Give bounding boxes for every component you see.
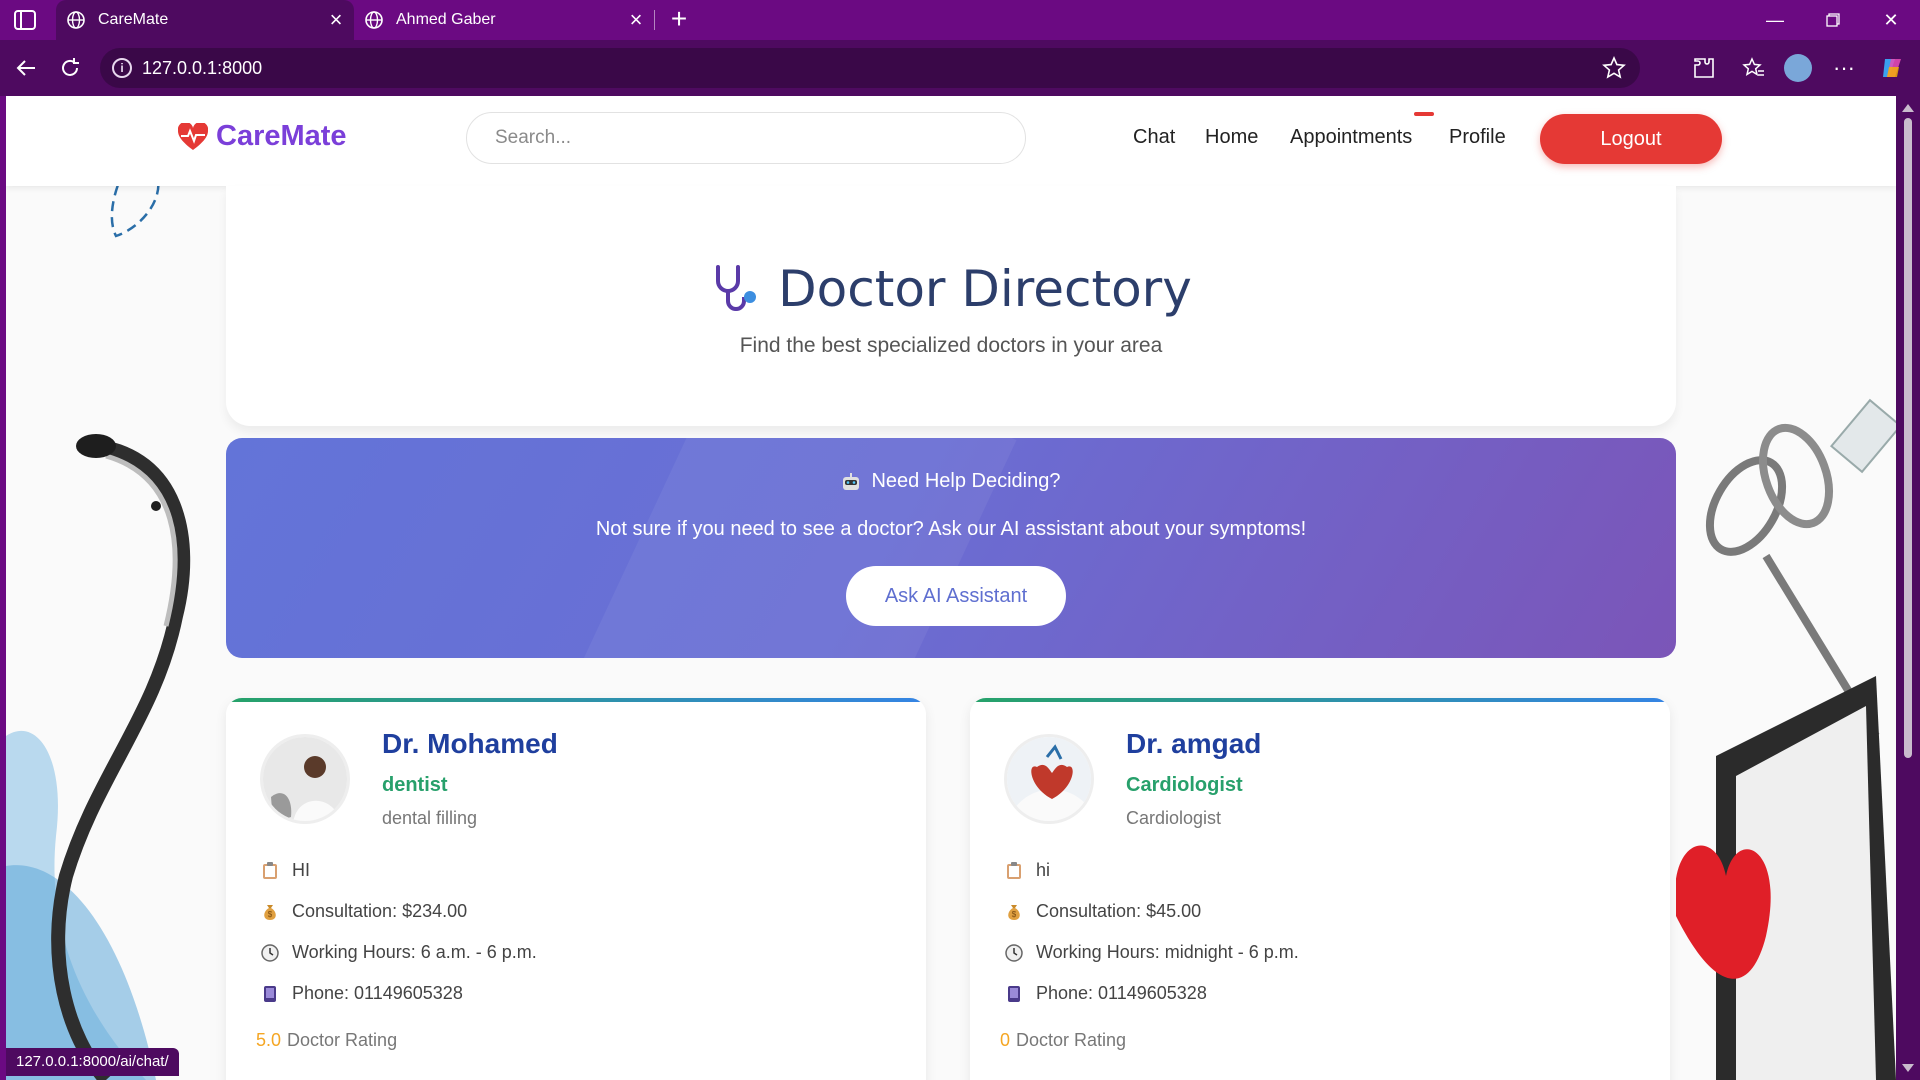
- more-icon[interactable]: ···: [1830, 54, 1858, 82]
- star-icon[interactable]: [1602, 56, 1626, 80]
- rating-value: 0: [1000, 1030, 1011, 1050]
- browser-titlebar: CareMate × Ahmed Gaber × + — ✕: [0, 0, 1920, 40]
- browser-tab-caremate[interactable]: CareMate ×: [56, 0, 354, 40]
- restore-icon[interactable]: [1804, 0, 1862, 40]
- address-url: 127.0.0.1:8000: [142, 57, 263, 78]
- doctor-subspecialty: dental filling: [382, 808, 478, 828]
- scrollbar-thumb[interactable]: [1904, 118, 1912, 758]
- stethoscope-icon: [716, 265, 757, 311]
- rating-label: Doctor Rating: [1016, 1030, 1127, 1050]
- doctor-specialty: Cardiologist: [1126, 774, 1243, 796]
- close-window-icon[interactable]: ✕: [1862, 0, 1920, 40]
- back-icon[interactable]: [8, 50, 44, 86]
- profile-avatar-icon[interactable]: [1784, 54, 1812, 82]
- globe-icon: [365, 11, 383, 29]
- logout-button[interactable]: Logout: [1540, 114, 1722, 164]
- phone-icon: [260, 984, 280, 1004]
- nav-profile[interactable]: Profile: [1449, 126, 1506, 149]
- doctor-name: Dr. Mohamed: [382, 728, 558, 759]
- tab-divider: [654, 10, 655, 30]
- scroll-up-icon[interactable]: [1902, 104, 1914, 112]
- globe-icon: [67, 11, 85, 29]
- page-subtitle: Find the best specialized doctors in you…: [739, 334, 1163, 357]
- phone-row: Phone: 01149605328: [260, 983, 463, 1004]
- ai-heading-text: Need Help Deciding?: [871, 470, 1061, 492]
- rating-label: Doctor Rating: [287, 1030, 398, 1050]
- doctor-phone: Phone: 01149605328: [1036, 983, 1207, 1003]
- hero-section: Doctor Directory Find the best specializ…: [226, 186, 1676, 426]
- hero-title-row: Doctor Directory: [226, 260, 1676, 318]
- address-bar[interactable]: i 127.0.0.1:8000: [100, 48, 1640, 88]
- doctor-avatar: [260, 734, 350, 824]
- heart-pulse-icon: [178, 122, 208, 150]
- ai-description: Not sure if you need to see a doctor? As…: [595, 518, 1307, 540]
- ai-help-banner: Need Help Deciding? Not sure if you need…: [226, 438, 1676, 658]
- doctor-bio: HI: [292, 860, 310, 880]
- copilot-icon[interactable]: [1878, 54, 1906, 82]
- tab-title: CareMate: [98, 11, 169, 28]
- brand-name: CareMate: [216, 120, 347, 152]
- phone-icon: [1004, 984, 1024, 1004]
- svg-text:$: $: [1012, 910, 1017, 919]
- nav-active-indicator: [1414, 112, 1434, 116]
- minimize-icon[interactable]: —: [1746, 0, 1804, 40]
- rating-row: 5.0 Doctor Rating: [256, 1030, 397, 1051]
- doctor-name: Dr. amgad: [1126, 728, 1262, 759]
- robot-icon: [843, 472, 860, 490]
- app-header: CareMate Chat Home Appointments Profile …: [6, 96, 1896, 186]
- doctor-specialty: dentist: [382, 774, 448, 796]
- browser-tab-ahmed[interactable]: Ahmed Gaber ×: [354, 0, 654, 40]
- clock-icon: [260, 943, 280, 963]
- consultation-row: $ Consultation: $45.00: [1004, 901, 1201, 922]
- rating-row: 0 Doctor Rating: [1000, 1030, 1126, 1051]
- working-hours: Working Hours: midnight - 6 p.m.: [1036, 942, 1299, 962]
- clipboard-icon: [260, 861, 280, 881]
- doctor-card[interactable]: Dr. Mohamed dentist dental filling HI $ …: [226, 698, 926, 1080]
- link-status-bar: 127.0.0.1:8000/ai/chat/: [6, 1048, 179, 1076]
- hours-row: Working Hours: 6 a.m. - 6 p.m.: [260, 942, 537, 963]
- doctor-bio-row: HI: [260, 860, 310, 881]
- stethoscope-decoration: [6, 434, 191, 1080]
- consultation-fee: Consultation: $234.00: [292, 901, 468, 921]
- ask-ai-assistant-button[interactable]: Ask AI Assistant: [846, 566, 1066, 626]
- doctor-avatar: [1004, 734, 1094, 824]
- consultation-fee: Consultation: $45.00: [1036, 901, 1202, 921]
- doctor-phone: Phone: 01149605328: [292, 983, 463, 1003]
- scroll-down-icon[interactable]: [1902, 1064, 1914, 1072]
- close-tab-icon[interactable]: ×: [618, 7, 654, 33]
- tab-actions-icon[interactable]: [14, 10, 36, 30]
- doctor-bio: hi: [1036, 860, 1051, 880]
- svg-text:$: $: [268, 910, 273, 919]
- tab-title: Ahmed Gaber: [396, 11, 496, 28]
- favorites-icon[interactable]: [1740, 54, 1768, 82]
- brand-logo[interactable]: CareMate: [178, 120, 347, 153]
- nav-home[interactable]: Home: [1205, 126, 1258, 149]
- doctor-subspecialty: Cardiologist: [1126, 808, 1222, 828]
- scissors-decoration: [1676, 398, 1896, 1080]
- reload-icon[interactable]: [52, 50, 88, 86]
- clock-icon: [1004, 943, 1024, 963]
- new-tab-icon[interactable]: +: [664, 4, 694, 34]
- working-hours: Working Hours: 6 a.m. - 6 p.m.: [292, 942, 537, 962]
- rating-value: 5.0: [256, 1030, 282, 1050]
- hours-row: Working Hours: midnight - 6 p.m.: [1004, 942, 1299, 963]
- clipboard-icon: [1004, 861, 1024, 881]
- info-icon[interactable]: i: [112, 58, 132, 78]
- doctor-bio-row: hi: [1004, 860, 1050, 881]
- money-bag-icon: $: [1004, 902, 1024, 922]
- close-tab-icon[interactable]: ×: [318, 7, 354, 33]
- page-viewport: CareMate Chat Home Appointments Profile …: [6, 96, 1896, 1080]
- nav-chat[interactable]: Chat: [1133, 126, 1175, 149]
- page-scrollbar[interactable]: [1896, 96, 1920, 1080]
- page-title: Doctor Directory: [778, 260, 1192, 318]
- browser-toolbar: i 127.0.0.1:8000 ···: [0, 40, 1920, 96]
- money-bag-icon: $: [260, 902, 280, 922]
- nav-appointments[interactable]: Appointments: [1290, 126, 1412, 149]
- ai-heading: Need Help Deciding?: [226, 470, 1676, 493]
- doctor-card[interactable]: Dr. amgad Cardiologist Cardiologist hi $…: [970, 698, 1670, 1080]
- search-input[interactable]: [466, 112, 1026, 164]
- consultation-row: $ Consultation: $234.00: [260, 901, 467, 922]
- extensions-icon[interactable]: [1690, 54, 1718, 82]
- phone-row: Phone: 01149605328: [1004, 983, 1207, 1004]
